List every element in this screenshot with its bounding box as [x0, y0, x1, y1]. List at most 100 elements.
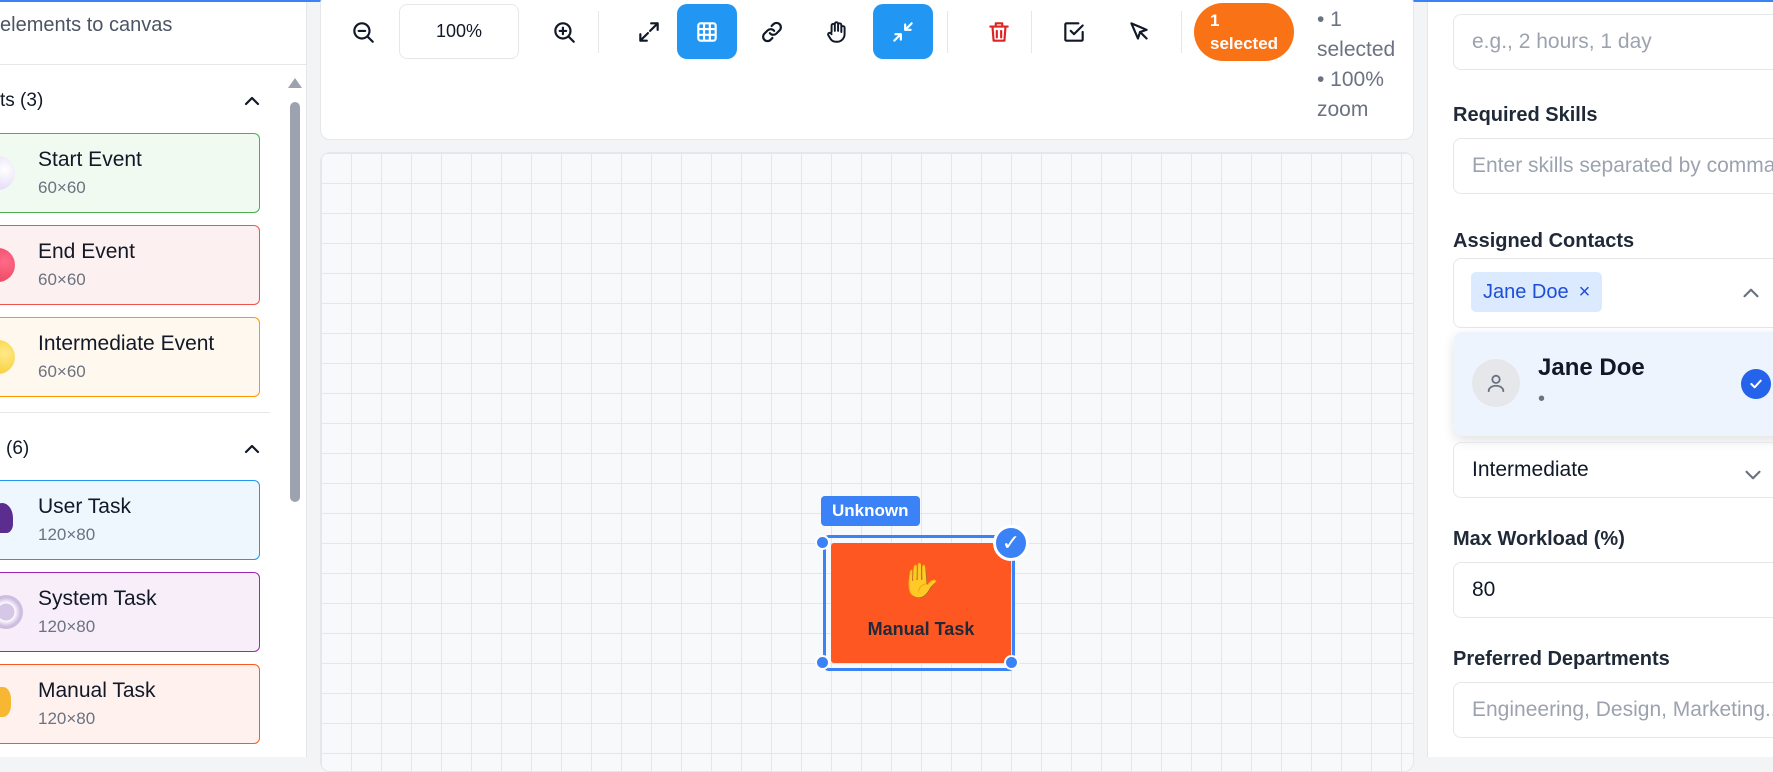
palette-item-size: 60×60 [38, 178, 86, 197]
hand-icon [0, 687, 11, 717]
remove-contact-icon[interactable]: × [1579, 281, 1591, 304]
collapse-button[interactable] [873, 4, 933, 59]
select-all-button[interactable] [1044, 4, 1104, 59]
divider [1031, 11, 1032, 53]
contact-chip-name: Jane Doe [1483, 280, 1569, 303]
palette-item-name: End Event [38, 240, 135, 263]
zoom-in-button[interactable] [534, 4, 594, 59]
grid-icon [697, 21, 717, 42]
duration-input[interactable]: e.g., 2 hours, 1 day [1453, 14, 1773, 70]
element-palette: elements to canvas ts (3) Start Event 60… [0, 2, 307, 757]
palette-item-name: Manual Task [38, 679, 156, 702]
zoom-out-button[interactable] [333, 4, 393, 59]
palette-item-size: 60×60 [38, 362, 86, 381]
palette-hint: elements to canvas [0, 14, 173, 36]
trash-icon [989, 21, 1009, 42]
link-icon [762, 21, 782, 42]
palette-item-size: 120×80 [38, 709, 96, 728]
user-icon [1487, 374, 1505, 393]
delete-button[interactable] [969, 4, 1029, 59]
palette-item-size: 120×80 [38, 525, 96, 544]
avatar [1472, 359, 1520, 407]
resize-handle-bottom-left[interactable] [815, 655, 830, 670]
scroll-up-arrow[interactable] [288, 78, 302, 88]
cursor-icon [1130, 21, 1148, 40]
contact-option-detail: • [1538, 388, 1546, 410]
events-section-header[interactable]: ts (3) [0, 81, 270, 121]
selected-check-icon [1741, 369, 1771, 399]
tasks-section-header[interactable]: (6) [0, 429, 270, 469]
chevron-up-icon[interactable] [1738, 280, 1764, 306]
events-section-title: ts (3) [0, 90, 44, 111]
zoom-level[interactable]: 100% [399, 4, 519, 59]
divider [0, 64, 306, 65]
palette-item-intermediate-event[interactable]: Intermediate Event 60×60 [0, 317, 260, 397]
preferred-departments-input[interactable]: Engineering, Design, Marketing... [1453, 682, 1773, 738]
palette-item-start-event[interactable]: Start Event 60×60 [0, 133, 260, 213]
fit-to-screen-button[interactable] [619, 4, 679, 59]
contact-chip: Jane Doe × [1471, 272, 1603, 312]
zoom-in-icon [554, 21, 575, 43]
toggle-grid-button[interactable] [677, 4, 737, 59]
manual-task-node[interactable]: ✋ Manual Task [831, 543, 1011, 663]
status-line: selected [1317, 38, 1396, 61]
skill-level-select[interactable]: Intermediate [1453, 442, 1773, 498]
divider [598, 11, 599, 53]
chevron-up-icon [244, 96, 260, 106]
node-text: Manual Task [867, 619, 975, 639]
resize-handle-top-left[interactable] [815, 535, 830, 550]
properties-panel: e.g., 2 hours, 1 day Required Skills Ent… [1427, 2, 1773, 757]
pan-tool-button[interactable] [807, 4, 867, 59]
connect-button[interactable] [742, 4, 802, 59]
contacts-dropdown: Jane Doe • [1454, 332, 1773, 436]
palette-scrollbar[interactable] [290, 102, 300, 502]
zoom-out-icon [353, 21, 374, 43]
end-event-icon [0, 248, 15, 282]
status-line: • 100% [1317, 68, 1384, 91]
contact-option-name[interactable]: Jane Doe [1538, 354, 1645, 382]
palette-item-manual-task[interactable]: Manual Task 120×80 [0, 664, 260, 744]
palette-item-name: Start Event [38, 148, 142, 171]
palette-item-name: System Task [38, 587, 157, 610]
divider [1181, 11, 1182, 53]
palette-item-end-event[interactable]: End Event 60×60 [0, 225, 260, 305]
chevron-down-icon[interactable] [1740, 462, 1766, 488]
status-info: • 1 selected • 100% zoom [1317, 5, 1417, 125]
tasks-section-title: (6) [6, 438, 30, 459]
workflow-canvas[interactable]: Unknown ✋ Manual Task ✓ [320, 152, 1414, 772]
expand-icon [639, 21, 659, 42]
selected-count-badge: 1 selected [1194, 3, 1294, 61]
divider [947, 11, 948, 53]
palette-item-name: Intermediate Event [38, 332, 215, 355]
palette-item-name: User Task [38, 495, 131, 518]
palette-item-size: 60×60 [38, 270, 86, 289]
required-skills-label: Required Skills [1453, 104, 1598, 126]
minimize-icon [893, 21, 913, 42]
palette-item-size: 120×80 [38, 617, 96, 636]
required-skills-input[interactable]: Enter skills separated by comma [1453, 138, 1773, 194]
gear-icon [0, 595, 23, 629]
palette-item-system-task[interactable]: System Task 120×80 [0, 572, 260, 652]
status-line: • 1 [1317, 8, 1342, 31]
hand-icon [827, 20, 846, 43]
resize-handle-bottom-right[interactable] [1004, 655, 1019, 670]
divider [0, 412, 270, 413]
start-event-icon [0, 156, 15, 190]
user-task-icon [0, 503, 13, 533]
selected-count-label: selected [1210, 34, 1279, 53]
chevron-up-icon [244, 444, 260, 454]
preferred-departments-label: Preferred Departments [1453, 648, 1670, 670]
node-type-label: Unknown [821, 496, 920, 526]
intermediate-event-icon [0, 340, 15, 374]
palette-item-user-task[interactable]: User Task 120×80 [0, 480, 260, 560]
selected-count: 1 [1210, 11, 1220, 30]
select-tool-button[interactable] [1109, 4, 1169, 59]
max-workload-label: Max Workload (%) [1453, 528, 1625, 550]
status-line: zoom [1317, 98, 1369, 121]
checkbox-icon [1064, 21, 1084, 42]
canvas-toolbar: 100% 1 selected • 1 selected • 100% zoom [320, 0, 1414, 140]
assigned-contacts-label: Assigned Contacts [1453, 230, 1635, 252]
max-workload-input[interactable]: 80 [1453, 562, 1773, 618]
selected-check-icon: ✓ [993, 525, 1029, 561]
hand-icon: ✋ [899, 562, 943, 600]
